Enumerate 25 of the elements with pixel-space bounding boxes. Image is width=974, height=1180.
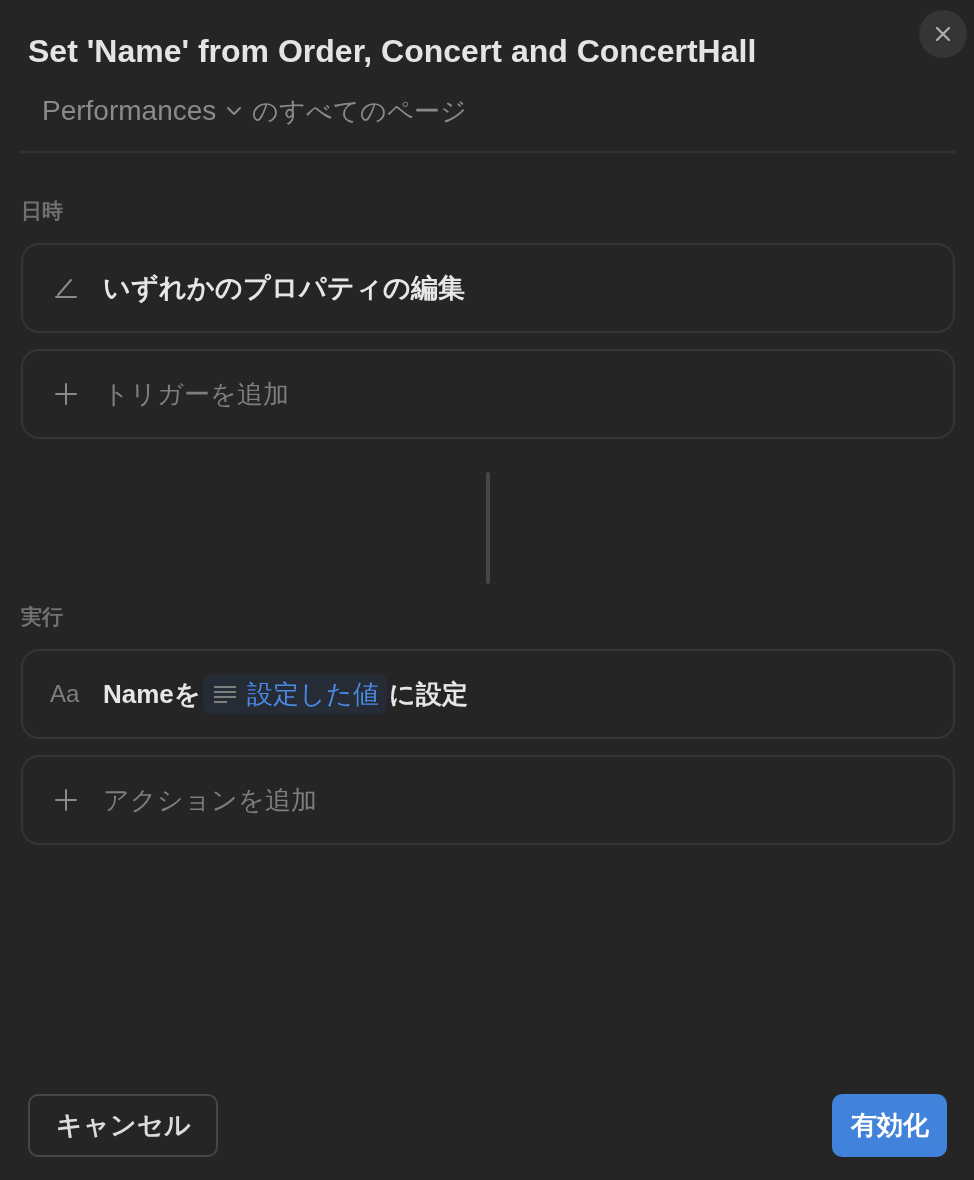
database-selector[interactable]: Performances bbox=[42, 93, 243, 129]
plus-icon bbox=[55, 789, 77, 811]
add-card[interactable]: トリガーを追加 bbox=[21, 349, 955, 439]
dialog-title: Set 'Name' from Order, Concert and ConcertHall bbox=[28, 33, 757, 69]
chevron-down-icon bbox=[226, 106, 243, 116]
action-text: に設定 bbox=[388, 677, 468, 711]
action-text: Nameを bbox=[103, 677, 201, 711]
section-label: 実行 bbox=[21, 604, 64, 630]
close-button[interactable] bbox=[919, 10, 967, 58]
plus-icon bbox=[55, 383, 77, 405]
scope-text: のすべてのページ bbox=[252, 95, 468, 128]
add-label: アクションを追加 bbox=[103, 783, 317, 817]
add-label: トリガーを追加 bbox=[103, 377, 289, 411]
pencil-icon bbox=[55, 277, 77, 299]
action-card[interactable]: Aa Nameを 設定した値 に設定 bbox=[21, 649, 955, 739]
text-type-icon: Aa bbox=[50, 680, 84, 708]
trigger-label: いずれかのプロパティの編集 bbox=[103, 272, 465, 305]
lines-icon bbox=[212, 685, 237, 703]
add-card[interactable]: アクションを追加 bbox=[21, 755, 955, 845]
cancel-button[interactable]: キャンセル bbox=[28, 1094, 218, 1157]
close-icon bbox=[935, 26, 951, 42]
value-chip[interactable]: 設定した値 bbox=[202, 674, 387, 714]
section-label: 日時 bbox=[21, 198, 64, 224]
enable-button[interactable]: 有効化 bbox=[832, 1094, 947, 1157]
trigger-card[interactable]: いずれかのプロパティの編集 bbox=[21, 243, 955, 333]
